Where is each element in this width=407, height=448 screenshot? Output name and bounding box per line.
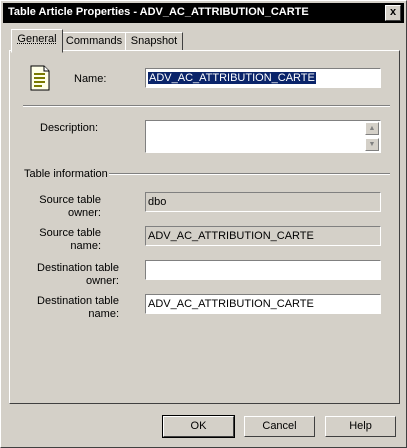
source-owner-value: dbo [148, 196, 167, 208]
name-field[interactable]: ADV_AC_ATTRIBUTION_CARTE [145, 68, 381, 88]
dest-owner-label: Destination table owner: [37, 262, 119, 287]
source-name-value: ADV_AC_ATTRIBUTION_CARTE [148, 230, 314, 242]
source-name-field: ADV_AC_ATTRIBUTION_CARTE [145, 226, 381, 246]
table-information-heading: Table information [24, 168, 108, 180]
table-article-properties-dialog: Table Article Properties - ADV_AC_ATTRIB… [0, 0, 407, 448]
source-name-label: Source table name: [39, 227, 101, 252]
title-bar[interactable]: Table Article Properties - ADV_AC_ATTRIB… [3, 3, 404, 23]
dest-name-value: ADV_AC_ATTRIBUTION_CARTE [148, 298, 314, 310]
cancel-button[interactable]: Cancel [244, 416, 315, 437]
tab-snapshot[interactable]: Snapshot [125, 32, 183, 51]
name-value: ADV_AC_ATTRIBUTION_CARTE [148, 72, 316, 84]
tab-commands-label: Commands [65, 35, 123, 47]
scroll-up-icon[interactable]: ▲ [365, 122, 379, 135]
tab-general-label: General [17, 33, 57, 45]
tab-snapshot-label: Snapshot [130, 35, 178, 47]
divider [23, 105, 390, 107]
section-divider [109, 173, 390, 175]
table-article-icon [30, 65, 50, 91]
help-button[interactable]: Help [325, 416, 396, 437]
tab-commands[interactable]: Commands [62, 32, 126, 51]
dest-name-field[interactable]: ADV_AC_ATTRIBUTION_CARTE [145, 294, 381, 314]
dest-owner-field[interactable] [145, 260, 381, 280]
window-title: Table Article Properties - ADV_AC_ATTRIB… [8, 6, 309, 18]
ok-button[interactable]: OK [162, 415, 235, 438]
scroll-down-icon[interactable]: ▼ [365, 138, 379, 151]
tab-general[interactable]: General [11, 29, 63, 53]
dest-name-label: Destination table name: [37, 295, 119, 320]
source-owner-label: Source table owner: [39, 194, 101, 219]
description-label: Description: [40, 122, 99, 134]
description-field[interactable]: ▲ ▼ [145, 120, 381, 153]
close-icon[interactable]: x [385, 5, 401, 21]
source-owner-field: dbo [145, 192, 381, 212]
name-label: Name: [74, 73, 107, 85]
